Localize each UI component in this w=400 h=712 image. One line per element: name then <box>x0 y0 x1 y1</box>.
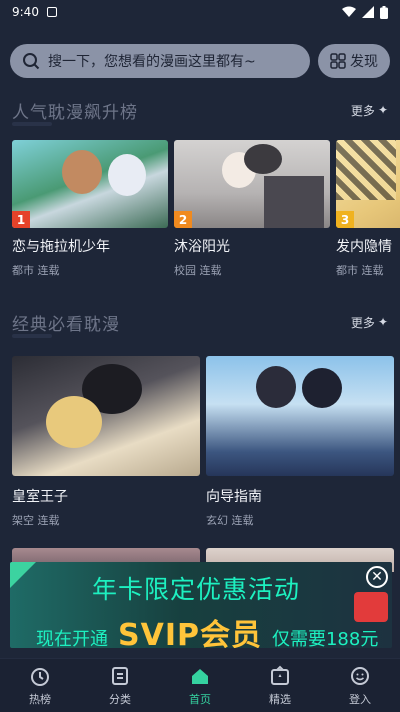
comic-title: 发内隐情 <box>336 239 392 255</box>
tab-hot[interactable]: 热榜 <box>10 665 70 707</box>
tab-label: 分类 <box>109 692 131 706</box>
tab-home[interactable]: 首页 <box>170 665 230 707</box>
more-label: 更多 <box>350 315 375 330</box>
tab-label: 登入 <box>349 692 371 706</box>
banner-text-svip: SVIP会员 <box>118 618 262 648</box>
search-icon <box>23 53 40 70</box>
comic-meta: 都市 连载 <box>12 264 60 277</box>
comic-title: 恋与拖拉机少年 <box>12 239 110 255</box>
featured-icon <box>271 665 289 685</box>
section-popular-header: 人气耽漫飙升榜 更多 ✦ <box>0 96 400 124</box>
tab-login[interactable]: 登入 <box>330 665 390 707</box>
title-underline <box>12 122 52 126</box>
rank-badge: 3 <box>336 211 354 228</box>
banner-text-price: 仅需要188元 <box>271 629 379 648</box>
more-link[interactable]: 更多 ✦ <box>351 102 388 119</box>
classic-list: 皇室王子 架空 连载 向导指南 玄幻 连载 <box>0 356 400 528</box>
section-title: 经典必看耽漫 <box>12 314 120 335</box>
sparkle-icon: ✦ <box>377 315 388 329</box>
tab-category[interactable]: 分类 <box>90 665 150 707</box>
close-icon[interactable]: ✕ <box>366 566 388 588</box>
comic-title: 向导指南 <box>206 489 262 505</box>
comic-meta: 校园 连载 <box>174 264 222 277</box>
search-row: 搜一下，您想看的漫画这里都有~ 发现 <box>0 24 400 78</box>
section-title: 人气耽漫飙升榜 <box>12 102 138 123</box>
comic-card[interactable]: 3 发内隐情 都市 连载 <box>336 140 400 278</box>
sparkle-icon: ✦ <box>377 103 388 117</box>
comic-meta: 架空 连载 <box>12 514 60 527</box>
home-icon <box>192 668 208 684</box>
more-link[interactable]: 更多 ✦ <box>351 314 388 331</box>
tab-label: 精选 <box>269 692 291 706</box>
banner-text-now: 现在开通 <box>36 629 108 648</box>
comic-title: 皇室王子 <box>12 489 68 505</box>
discover-label: 发现 <box>350 54 378 70</box>
status-bar: 9:40 <box>0 0 400 24</box>
comic-cover: 3 <box>336 140 400 228</box>
comic-card[interactable]: 2 沐浴阳光 校园 连载 <box>174 140 330 278</box>
gallery-icon <box>46 7 57 17</box>
signal-icon <box>362 6 374 18</box>
login-icon <box>351 666 369 685</box>
rank-badge: 2 <box>174 211 192 228</box>
tab-label: 首页 <box>189 692 211 706</box>
wifi-icon <box>342 6 356 17</box>
gift-icon <box>354 592 388 622</box>
discover-button[interactable]: 发现 <box>318 44 390 78</box>
search-placeholder: 搜一下，您想看的漫画这里都有~ <box>48 54 256 70</box>
banner-headline: 年卡限定优惠活动 <box>92 575 301 604</box>
banner-subline: 现在开通 SVIP会员 仅需要188元 <box>36 610 378 648</box>
more-label: 更多 <box>350 103 375 118</box>
tab-label: 热榜 <box>29 692 51 706</box>
popular-list: 1 恋与拖拉机少年 都市 连载 2 沐浴阳光 校园 连载 3 发内隐情 都市 连… <box>0 140 400 278</box>
comic-card[interactable]: 1 恋与拖拉机少年 都市 连载 <box>12 140 168 278</box>
comic-card[interactable]: 皇室王子 架空 连载 <box>12 356 200 528</box>
bottom-tab-bar: 热榜 分类 首页 精选 登入 <box>0 658 400 712</box>
tab-featured[interactable]: 精选 <box>250 665 310 707</box>
comic-cover: 2 <box>174 140 330 228</box>
comic-cover <box>206 356 394 476</box>
status-time: 9:40 <box>12 5 39 19</box>
comic-meta: 都市 连载 <box>336 264 384 277</box>
rank-badge: 1 <box>12 211 30 228</box>
search-input[interactable]: 搜一下，您想看的漫画这里都有~ <box>10 44 310 78</box>
grid-icon <box>330 53 346 69</box>
banner-corner-decoration <box>10 562 36 588</box>
title-underline <box>12 334 52 338</box>
section-classic-header: 经典必看耽漫 更多 ✦ <box>0 308 400 336</box>
hot-icon <box>31 667 49 686</box>
comic-meta: 玄幻 连载 <box>206 514 254 527</box>
battery-icon <box>380 5 388 19</box>
comic-cover: 1 <box>12 140 168 228</box>
comic-cover <box>12 356 200 476</box>
comic-title: 沐浴阳光 <box>174 239 230 255</box>
svip-promo-banner[interactable]: 年卡限定优惠活动 现在开通 SVIP会员 仅需要188元 ✕ <box>10 562 392 648</box>
category-icon <box>112 666 128 685</box>
comic-card[interactable]: 向导指南 玄幻 连载 <box>206 356 394 528</box>
